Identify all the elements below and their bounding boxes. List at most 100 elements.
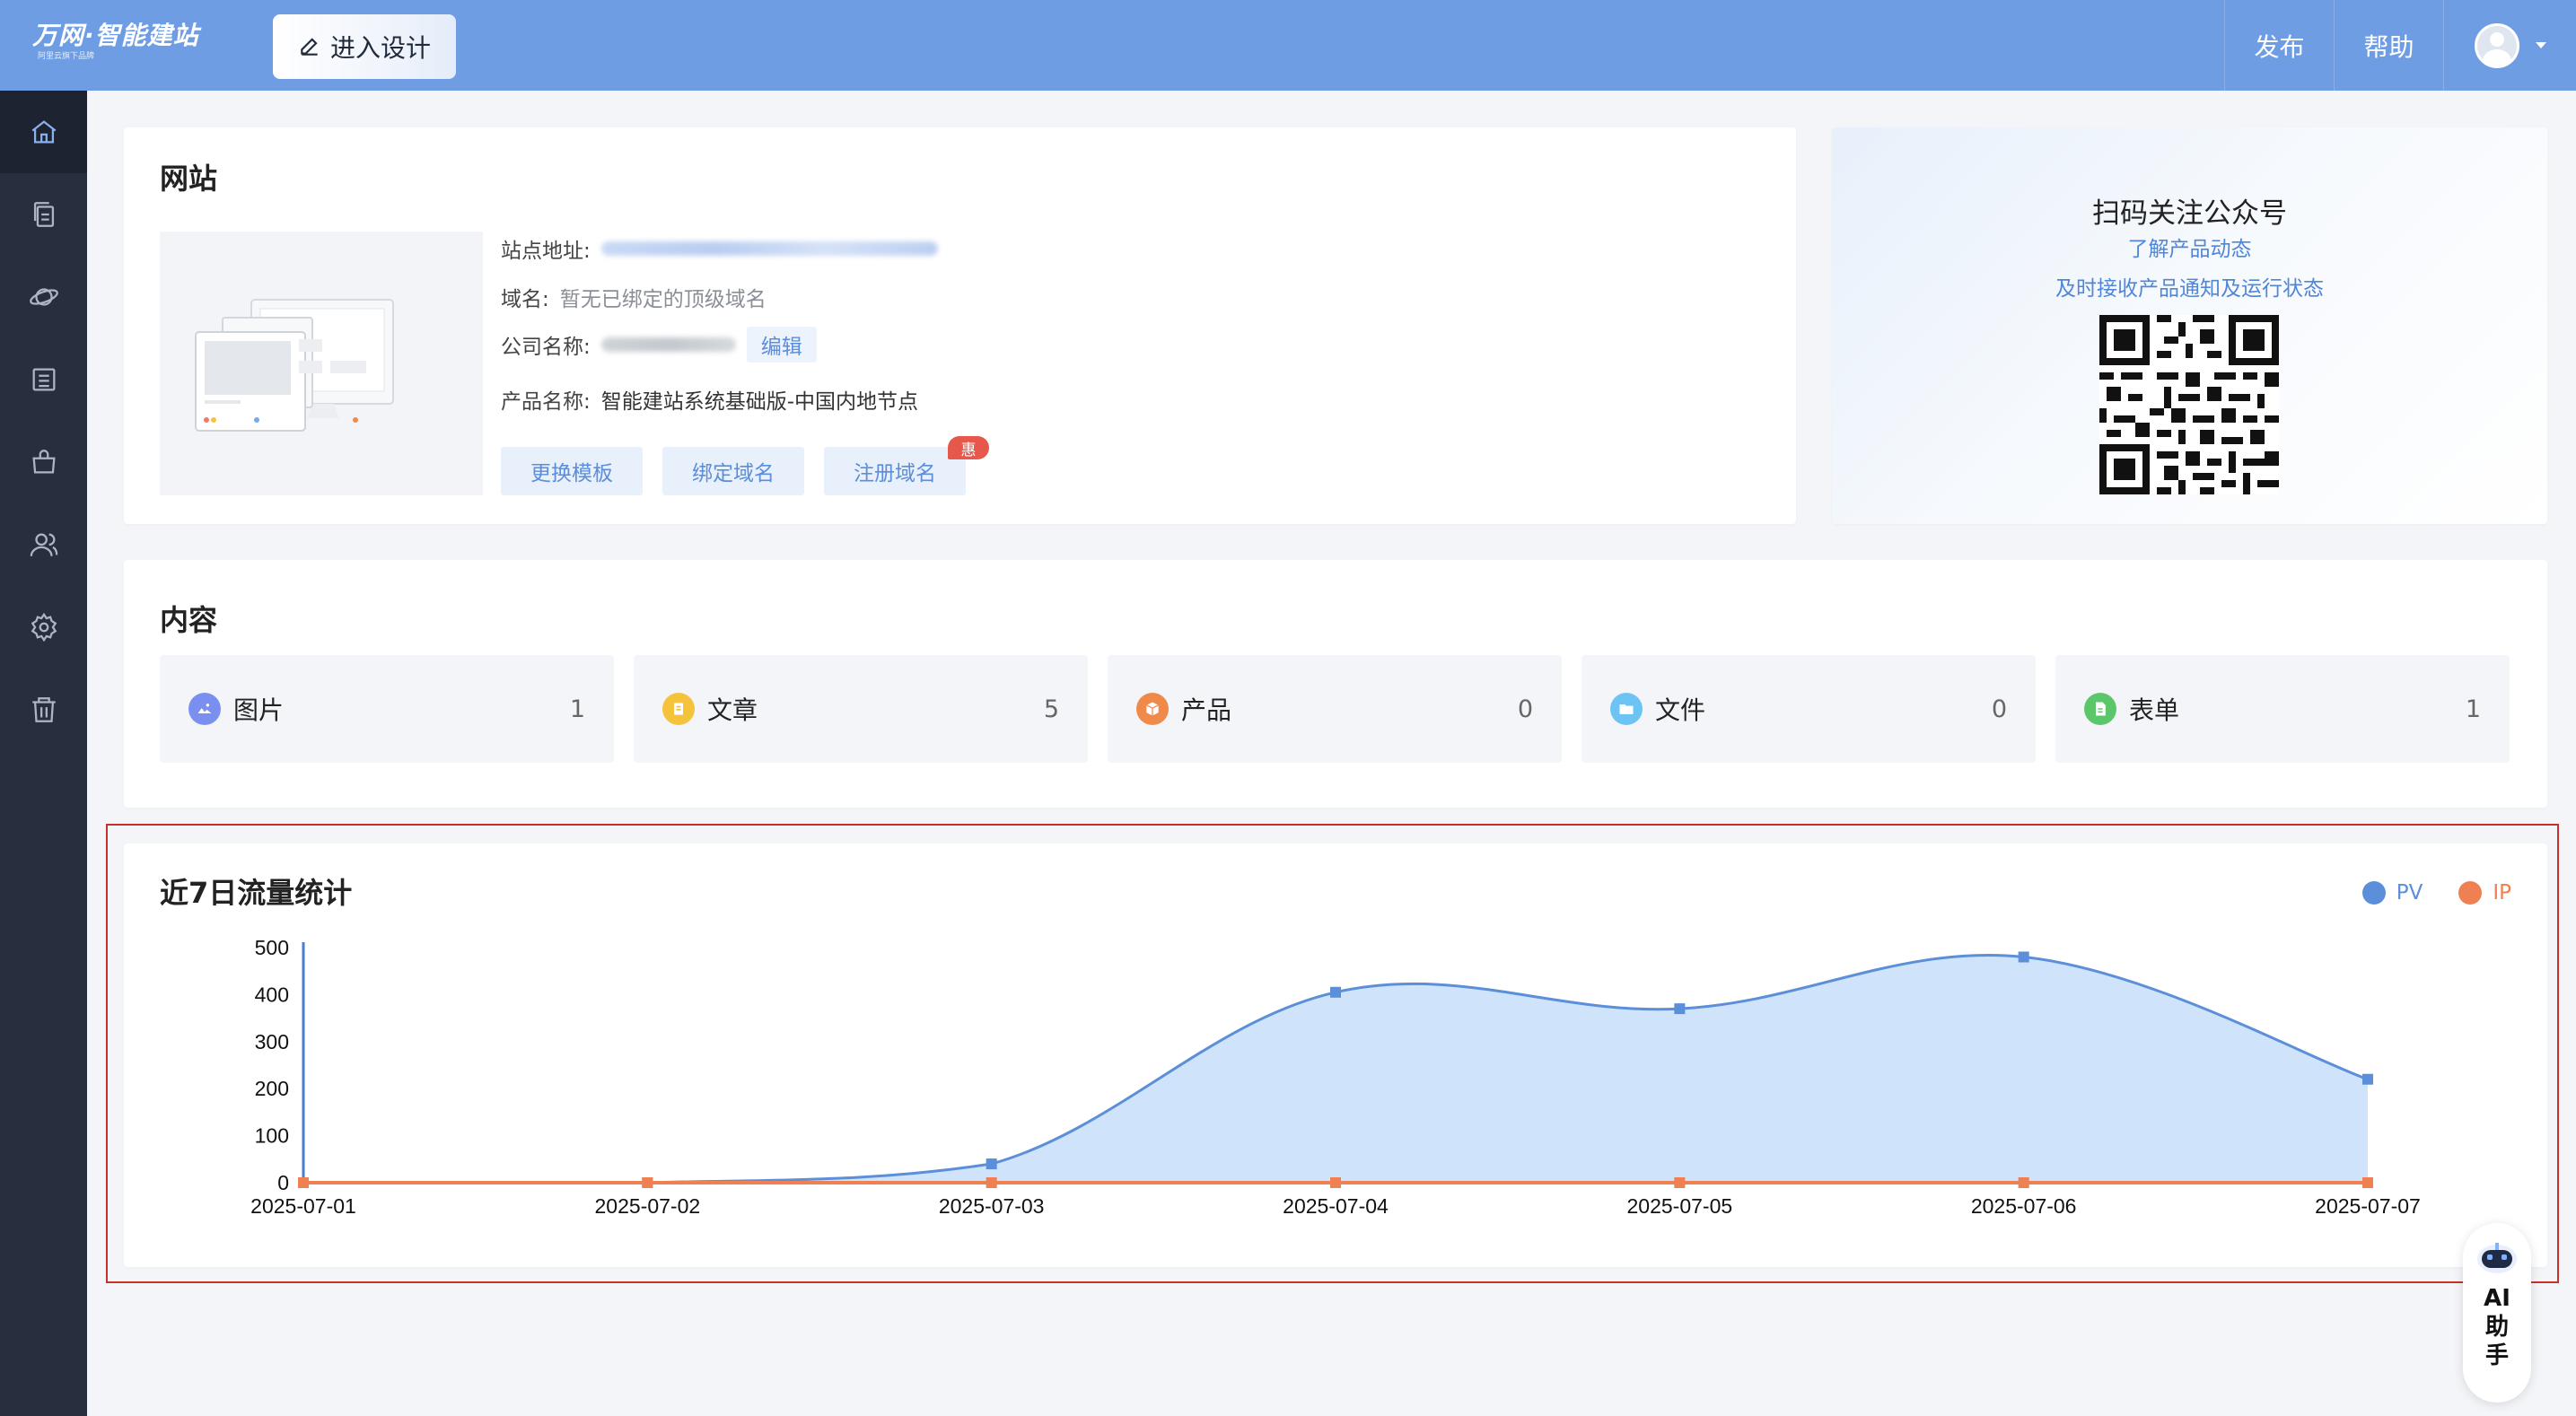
website-card: 网站 站点地址: 域名: 暂无已绑定的顶级域名 公司名称: 编辑 产品名称: 智… (124, 127, 1796, 524)
shop-icon (31, 450, 56, 474)
sidebar-item-list[interactable] (0, 338, 87, 421)
register-domain-label: 注册域名 (854, 462, 936, 485)
site-address-label: 站点地址: (501, 240, 591, 263)
content-item-count: 0 (1991, 695, 2007, 723)
discount-badge: 惠 (948, 436, 989, 459)
traffic-chart: 0 100 200 300 400 500 2025-07-01 2025-07-02 2025… (250, 936, 2421, 1218)
planet-icon (29, 288, 58, 306)
ip-point (298, 1177, 309, 1188)
sidebar-item-home[interactable] (0, 91, 87, 173)
avatar (2474, 22, 2519, 68)
top-right-actions: 发布 帮助 (2224, 0, 2576, 91)
qr-card: 扫码关注公众号 了解产品动态 及时接收产品通知及运行状态 (1832, 127, 2547, 524)
company-row: 公司名称: 编辑 (501, 327, 817, 363)
sidebar-item-settings[interactable] (0, 586, 87, 669)
sidebar-item-pages[interactable] (0, 173, 87, 256)
content-item-label: 文章 (707, 695, 758, 725)
ip-point (1330, 1177, 1341, 1188)
sidebar (0, 91, 87, 1416)
y-tick-label: 300 (255, 1030, 289, 1053)
ip-point (642, 1177, 653, 1188)
template-thumbnail[interactable] (160, 232, 483, 495)
product-row: 产品名称: 智能建站系统基础版-中国内地节点 (501, 384, 918, 415)
x-tick-label: 2025-07-03 (939, 1194, 1045, 1218)
content-item-files[interactable]: 文件 0 (1582, 655, 2036, 763)
content-item-products[interactable]: 产品 0 (1108, 655, 1562, 763)
publish-button[interactable]: 发布 (2224, 0, 2334, 91)
change-template-button[interactable]: 更换模板 (501, 447, 643, 495)
edit-company-button[interactable]: 编辑 (746, 327, 817, 363)
pv-point (1330, 986, 1341, 998)
x-tick-label: 2025-07-06 (1971, 1194, 2077, 1218)
site-address-row: 站点地址: (501, 233, 938, 264)
company-value (600, 337, 736, 352)
content-item-articles[interactable]: 文章 5 (634, 655, 1088, 763)
robot-icon (2477, 1243, 2517, 1273)
logo-subtext: 阿里云旗下品牌 (38, 52, 95, 61)
product-label: 产品名称: (501, 390, 591, 414)
content-item-label: 产品 (1181, 695, 1232, 725)
y-tick-label: 100 (255, 1124, 289, 1148)
qr-code (2099, 315, 2279, 494)
content-item-forms[interactable]: 表单 1 (2055, 655, 2510, 763)
enter-design-button[interactable]: 进入设计 (273, 14, 456, 79)
ip-point (2018, 1177, 2029, 1188)
sidebar-item-trash[interactable] (0, 669, 87, 751)
form-icon (2084, 693, 2116, 725)
y-tick-label: 0 (277, 1171, 289, 1194)
pv-point (2362, 1073, 2373, 1085)
users-icon (30, 533, 57, 556)
ip-point (986, 1177, 997, 1188)
y-tick-label: 200 (255, 1077, 289, 1100)
ai-assistant-label: AI助手 (2484, 1285, 2510, 1369)
content-item-images[interactable]: 图片 1 (160, 655, 614, 763)
x-tick-label: 2025-07-04 (1283, 1194, 1389, 1218)
sidebar-item-users[interactable] (0, 503, 87, 586)
pencil-icon (301, 38, 318, 56)
qr-line-1: 了解产品动态 (2127, 238, 2252, 261)
enter-design-label: 进入设计 (329, 33, 431, 63)
traffic-card: 近7日流量统计 PV IP 0 100 200 300 400 500 2025-07-01… (124, 843, 2547, 1267)
content-item-label: 文件 (1655, 695, 1706, 725)
content-item-label: 图片 (233, 695, 285, 725)
content-item-count: 0 (1517, 695, 1533, 723)
company-label: 公司名称: (501, 336, 591, 359)
x-tick-label: 2025-07-07 (2315, 1194, 2421, 1218)
content-item-count: 5 (1043, 695, 1059, 723)
x-tick-label: 2025-07-01 (250, 1194, 356, 1218)
domain-row: 域名: 暂无已绑定的顶级域名 (501, 282, 767, 312)
content-card: 内容 图片 1 文章 5 产品 0 文件 0 表单 1 (124, 560, 2547, 808)
qr-line-2: 及时接收产品通知及运行状态 (2055, 277, 2324, 301)
user-menu[interactable] (2443, 0, 2576, 91)
pages-icon (33, 202, 54, 227)
chevron-down-icon (2535, 42, 2546, 48)
content-item-label: 表单 (2129, 695, 2180, 725)
logo[interactable]: 万网·智能建站 阿里云旗下品牌 (32, 20, 199, 61)
register-domain-button[interactable]: 注册域名 惠 (824, 436, 989, 495)
ai-assistant-button[interactable]: AI助手 (2463, 1223, 2531, 1403)
domain-value: 暂无已绑定的顶级域名 (559, 288, 767, 311)
content-item-count: 1 (569, 695, 585, 723)
top-bar: 万网·智能建站 阿里云旗下品牌 进入设计 发布 帮助 (0, 0, 2576, 91)
product-value: 智能建站系统基础版-中国内地节点 (600, 390, 919, 414)
x-tick-label: 2025-07-05 (1627, 1194, 1733, 1218)
bind-domain-button[interactable]: 绑定域名 (662, 447, 804, 495)
site-address-value[interactable] (600, 241, 938, 256)
home-icon (31, 120, 56, 144)
pv-point (986, 1158, 997, 1170)
content-title: 内容 (160, 603, 218, 637)
folder-icon (1610, 693, 1643, 725)
pv-point (1674, 1003, 1686, 1015)
list-icon (32, 368, 55, 391)
sidebar-item-site[interactable] (0, 256, 87, 338)
y-tick-label: 400 (255, 983, 289, 1006)
ip-point (2362, 1177, 2373, 1188)
ip-point (1674, 1177, 1686, 1188)
y-tick-label: 500 (255, 936, 289, 959)
content-item-count: 1 (2465, 695, 2481, 723)
sidebar-item-shop[interactable] (0, 421, 87, 503)
product-box-icon (1136, 693, 1169, 725)
trash-icon (31, 697, 56, 722)
logo-text: 万网·智能建站 (32, 21, 199, 50)
help-button[interactable]: 帮助 (2334, 0, 2443, 91)
